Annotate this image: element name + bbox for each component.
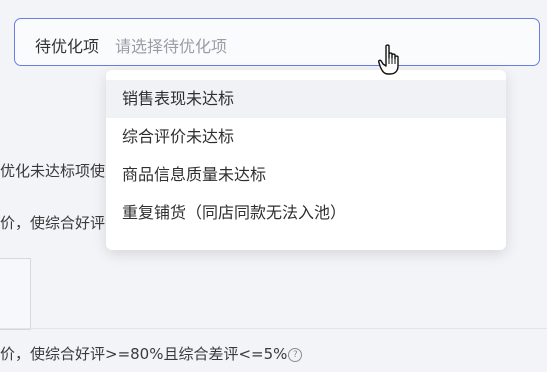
field-label: 待优化项	[35, 37, 100, 56]
background-panel	[0, 258, 31, 330]
dropdown-option-info-quality[interactable]: 商品信息质量未达标	[106, 156, 506, 194]
dropdown-menu: 销售表现未达标 综合评价未达标 商品信息质量未达标 重复铺货（同店同款无法入池）	[106, 70, 506, 250]
background-text-line-3: 价，使综合好评>=80%且综合差评<=5%?	[0, 343, 303, 364]
background-text-line-1: 优化未达标项使	[0, 162, 106, 180]
hand-pointer-icon	[378, 44, 399, 75]
optimize-item-select[interactable]: 待优化项 请选择待优化项	[14, 18, 540, 66]
rule-text: 价，使综合好评>=80%且综合差评<=5%	[0, 345, 288, 363]
select-placeholder[interactable]: 请选择待优化项	[115, 33, 227, 57]
dropdown-option-sales[interactable]: 销售表现未达标	[106, 80, 506, 118]
help-circle-icon[interactable]: ?	[288, 347, 303, 362]
dropdown-option-rating[interactable]: 综合评价未达标	[106, 118, 506, 156]
background-text-line-2: 价，使综合好评	[0, 214, 106, 232]
dropdown-option-duplicate[interactable]: 重复铺货（同店同款无法入池）	[106, 194, 506, 232]
divider	[0, 328, 547, 329]
